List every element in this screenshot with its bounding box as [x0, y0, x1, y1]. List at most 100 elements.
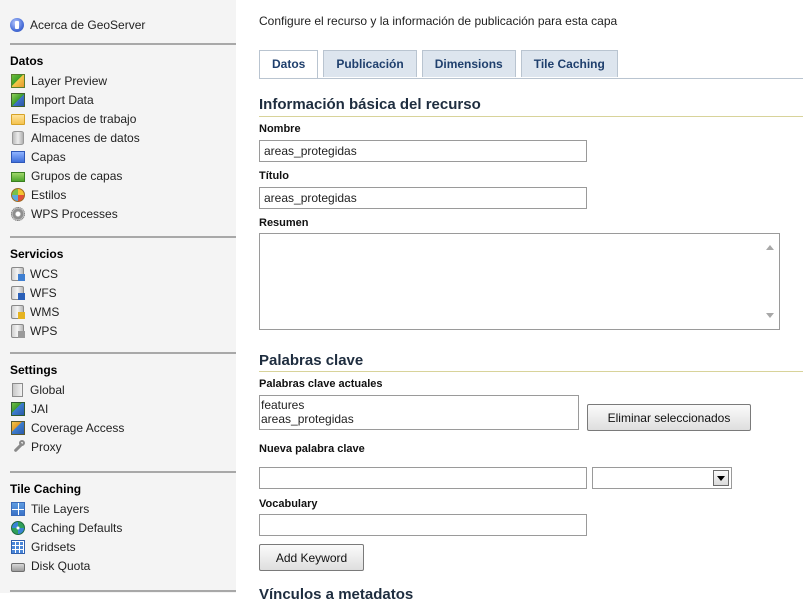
sidebar-item-label[interactable]: WPS Processes [31, 207, 118, 221]
name-input[interactable] [259, 140, 587, 162]
sidebar-item-styles[interactable]: Estilos [10, 185, 234, 204]
current-keywords-label: Palabras clave actuales [259, 378, 383, 390]
sidebar-item-workspaces[interactable]: Espacios de trabajo [10, 109, 234, 128]
disk-icon [11, 562, 25, 572]
tab-bar-divider [259, 78, 803, 79]
remove-selected-button[interactable]: Eliminar seleccionados [587, 404, 751, 431]
sidebar-item-proxy[interactable]: Proxy [10, 437, 234, 456]
current-keywords-list[interactable]: features areas_protegidas [259, 395, 579, 430]
sidebar-item-label[interactable]: Global [30, 383, 65, 397]
page-description: Configure el recurso y la información de… [259, 14, 618, 28]
sidebar-item-label[interactable]: Disk Quota [31, 559, 90, 573]
sidebar-item-label[interactable]: WCS [30, 267, 58, 281]
sidebar-item-layers[interactable]: Capas [10, 147, 234, 166]
sidebar-item-label[interactable]: Import Data [31, 93, 94, 107]
keyword-list-item[interactable]: areas_protegidas [261, 412, 577, 426]
sidebar-item-jai[interactable]: JAI [10, 399, 234, 418]
section-divider [259, 371, 803, 372]
sidebar-divider [10, 590, 236, 592]
sidebar-item-label[interactable]: WFS [30, 286, 57, 300]
keyword-list-item[interactable]: features [261, 398, 577, 412]
scroll-up-arrow-icon[interactable] [766, 245, 774, 250]
title-input[interactable] [259, 187, 587, 209]
grid-icon [11, 539, 25, 554]
sidebar-divider [10, 43, 236, 45]
sidebar-item-import-data[interactable]: Import Data [10, 90, 234, 109]
sidebar-item-disk-quota[interactable]: Disk Quota [10, 556, 234, 575]
sidebar-item-label[interactable]: WMS [30, 305, 59, 319]
wms-service-icon [11, 304, 25, 319]
sidebar-section-datos: Datos Layer Preview Import Data Espacios… [10, 51, 234, 223]
sidebar-item-label[interactable]: Almacenes de datos [31, 131, 140, 145]
document-icon [12, 382, 23, 397]
globe-icon [11, 520, 25, 535]
add-keyword-button[interactable]: Add Keyword [259, 544, 364, 571]
palette-icon [11, 187, 25, 202]
sidebar-divider [10, 236, 236, 238]
gear-icon [11, 206, 25, 221]
chevron-down-icon[interactable] [713, 470, 729, 486]
sidebar-item-layer-groups[interactable]: Grupos de capas [10, 166, 234, 185]
section-divider [259, 116, 803, 117]
sidebar-item-label[interactable]: Capas [31, 150, 66, 164]
vocabulary-label: Vocabulary [259, 498, 318, 510]
sidebar-item-label[interactable]: Proxy [31, 440, 62, 454]
sidebar-item-label[interactable]: Estilos [31, 188, 66, 202]
new-keyword-input[interactable] [259, 467, 587, 489]
sidebar-divider [10, 352, 236, 354]
coverage-icon [11, 420, 25, 435]
tab-bar: Datos Publicación Dimensions Tile Cachin… [259, 50, 623, 79]
tab-tile-caching[interactable]: Tile Caching [520, 50, 618, 77]
sidebar-item-label[interactable]: Tile Layers [31, 502, 89, 516]
sidebar-item-gridsets[interactable]: Gridsets [10, 537, 234, 556]
abstract-textarea[interactable] [259, 233, 780, 330]
wps-service-icon [11, 323, 25, 338]
sidebar-section-servicios: Servicios WCS WFS WMS WPS [10, 244, 234, 340]
sidebar-section-tile-caching: Tile Caching Tile Layers Caching Default… [10, 479, 234, 575]
sidebar-item-tile-layers[interactable]: Tile Layers [10, 499, 234, 518]
layer-icon [11, 151, 25, 163]
sidebar-section-title: Tile Caching [10, 482, 82, 496]
sidebar-section-title: Datos [10, 54, 44, 68]
vocabulary-input[interactable] [259, 514, 587, 536]
sidebar-item-label[interactable]: Acerca de GeoServer [30, 18, 145, 32]
import-icon [11, 92, 25, 107]
sidebar-item-wcs[interactable]: WCS [10, 264, 234, 283]
sidebar-item-label[interactable]: JAI [31, 402, 48, 416]
sidebar-section-settings: Settings Global JAI Coverage Access Prox… [10, 360, 234, 456]
sidebar-item-layer-preview[interactable]: Layer Preview [10, 71, 234, 90]
sidebar-item-label[interactable]: Caching Defaults [31, 521, 122, 535]
sidebar-item-coverage-access[interactable]: Coverage Access [10, 418, 234, 437]
sidebar-item-wms[interactable]: WMS [10, 302, 234, 321]
textarea-scrollbar[interactable] [762, 235, 778, 328]
wcs-service-icon [11, 266, 25, 281]
layer-group-icon [11, 171, 25, 182]
sidebar-item-label[interactable]: WPS [30, 324, 57, 338]
section-title-keywords: Palabras clave [259, 352, 364, 369]
sidebar-section-title: Servicios [10, 247, 64, 261]
tab-publicacion[interactable]: Publicación [323, 50, 417, 77]
sidebar-item-label[interactable]: Layer Preview [31, 74, 107, 88]
sidebar-item-wps[interactable]: WPS [10, 321, 234, 340]
sidebar-item-caching-defaults[interactable]: Caching Defaults [10, 518, 234, 537]
sidebar-item-label[interactable]: Espacios de trabajo [31, 112, 136, 126]
sidebar-item-global[interactable]: Global [10, 380, 234, 399]
section-title-basic-info: Información básica del recurso [259, 96, 481, 113]
sidebar-item-label[interactable]: Grupos de capas [31, 169, 122, 183]
database-icon [12, 130, 24, 145]
sidebar-item-label[interactable]: Gridsets [31, 540, 76, 554]
sidebar-item-stores[interactable]: Almacenes de datos [10, 128, 234, 147]
sidebar-item-wfs[interactable]: WFS [10, 283, 234, 302]
main-content: Configure el recurso y la información de… [236, 0, 803, 603]
keyword-language-select[interactable] [592, 467, 732, 489]
map-preview-icon [11, 73, 25, 88]
tab-datos[interactable]: Datos [259, 50, 319, 79]
title-label: Título [259, 170, 289, 182]
sidebar-item-about[interactable]: Acerca de GeoServer [10, 10, 234, 40]
tab-dimensions[interactable]: Dimensions [421, 50, 516, 77]
new-keyword-label: Nueva palabra clave [259, 443, 365, 455]
info-icon [10, 18, 24, 32]
sidebar-item-wps-processes[interactable]: WPS Processes [10, 204, 234, 223]
scroll-down-arrow-icon[interactable] [766, 313, 774, 318]
sidebar-item-label[interactable]: Coverage Access [31, 421, 124, 435]
